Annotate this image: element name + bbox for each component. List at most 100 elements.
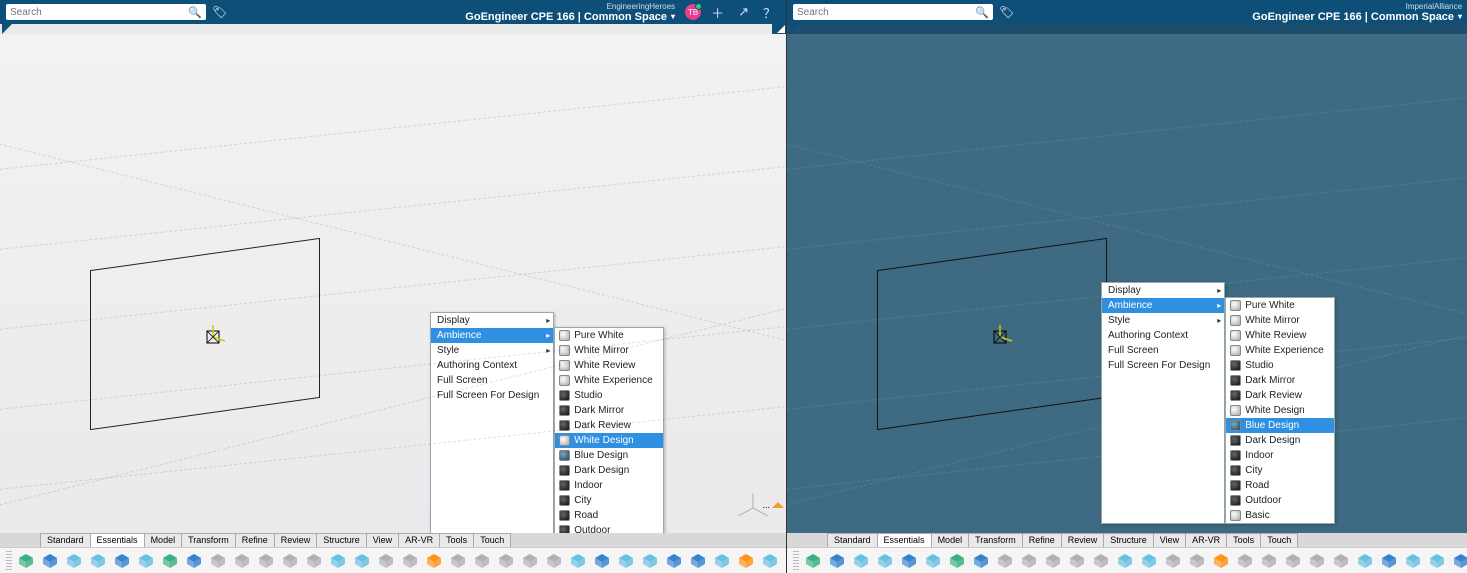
menu-item-display[interactable]: Display [431,313,553,328]
tag-icon[interactable]: 🏷 [999,5,1014,19]
ambience-city[interactable]: City [1226,463,1333,478]
tool-button-19[interactable] [448,551,468,571]
tool-button-1[interactable] [803,551,823,571]
tool-button-17[interactable] [400,551,420,571]
origin-triad[interactable] [200,324,226,350]
search-input[interactable] [10,7,188,18]
tool-button-12[interactable] [280,551,300,571]
tool-button-28[interactable] [1451,551,1467,571]
search-box[interactable]: 🔍 [6,4,206,20]
tool-button-22[interactable] [520,551,540,571]
tool-button-31[interactable] [736,551,756,571]
tool-button-18[interactable] [1211,551,1231,571]
ambience-white-mirror[interactable]: White Mirror [1226,313,1333,328]
corner-icon[interactable] [2,24,12,34]
tool-button-20[interactable] [472,551,492,571]
tool-button-19[interactable] [1235,551,1255,571]
tool-button-27[interactable] [1427,551,1447,571]
share-icon[interactable]: ↗ [734,4,753,20]
ambience-blue-design[interactable]: Blue Design [1226,418,1333,433]
menu-item-style[interactable]: Style [1102,313,1224,328]
search-icon[interactable]: 🔍 [975,6,989,19]
tool-button-21[interactable] [1283,551,1303,571]
corner-icon[interactable] [789,24,799,34]
tool-button-15[interactable] [352,551,372,571]
tool-button-5[interactable] [899,551,919,571]
tab-review[interactable]: Review [1061,533,1105,547]
tab-transform[interactable]: Transform [968,533,1023,547]
tool-button-9[interactable] [208,551,228,571]
tool-button-13[interactable] [304,551,324,571]
tool-button-1[interactable] [16,551,36,571]
tool-button-25[interactable] [1379,551,1399,571]
origin-triad[interactable] [987,324,1013,350]
avatar[interactable]: TB [685,4,701,20]
tool-button-30[interactable] [712,551,732,571]
tab-structure[interactable]: Structure [1103,533,1154,547]
ambience-road[interactable]: Road [1226,478,1333,493]
tab-structure[interactable]: Structure [316,533,367,547]
ambience-basic[interactable]: Basic [1226,508,1333,523]
tool-button-32[interactable] [760,551,780,571]
ambience-outdoor[interactable]: Outdoor [555,523,662,533]
tab-refine[interactable]: Refine [1022,533,1062,547]
tool-button-27[interactable] [640,551,660,571]
help-icon[interactable]: ？ [759,3,780,22]
tool-button-2[interactable] [40,551,60,571]
tool-button-10[interactable] [1019,551,1039,571]
tab-model[interactable]: Model [931,533,970,547]
tool-button-7[interactable] [947,551,967,571]
tab-view[interactable]: View [1153,533,1186,547]
ambience-white-design[interactable]: White Design [1226,403,1333,418]
tool-button-14[interactable] [1115,551,1135,571]
tool-button-17[interactable] [1187,551,1207,571]
tool-button-14[interactable] [328,551,348,571]
tool-button-28[interactable] [664,551,684,571]
tool-button-10[interactable] [232,551,252,571]
tab-view[interactable]: View [366,533,399,547]
tool-button-4[interactable] [88,551,108,571]
menu-item-ambience[interactable]: Ambience [431,328,553,343]
tab-standard[interactable]: Standard [827,533,878,547]
expand-icon[interactable] [772,24,786,34]
tool-button-3[interactable] [64,551,84,571]
menu-item-full-screen[interactable]: Full Screen [1102,343,1224,358]
ambience-indoor[interactable]: Indoor [1226,448,1333,463]
ambience-white-review[interactable]: White Review [1226,328,1333,343]
tool-button-7[interactable] [160,551,180,571]
tab-ar-vr[interactable]: AR-VR [398,533,440,547]
ambience-indoor[interactable]: Indoor [555,478,662,493]
tool-button-26[interactable] [616,551,636,571]
tab-touch[interactable]: Touch [1260,533,1298,547]
tool-button-12[interactable] [1067,551,1087,571]
tab-model[interactable]: Model [144,533,183,547]
ambience-white-experience[interactable]: White Experience [555,373,662,388]
context-title[interactable]: EngineeringHeroes GoEngineer CPE 166 | C… [465,2,675,22]
tool-button-15[interactable] [1139,551,1159,571]
tool-button-3[interactable] [851,551,871,571]
tool-button-8[interactable] [184,551,204,571]
warning-icon[interactable] [772,496,784,508]
tab-refine[interactable]: Refine [235,533,275,547]
tool-button-29[interactable] [688,551,708,571]
tool-button-24[interactable] [568,551,588,571]
ambience-white-experience[interactable]: White Experience [1226,343,1333,358]
tool-button-6[interactable] [136,551,156,571]
ambience-city[interactable]: City [555,493,662,508]
tool-button-23[interactable] [544,551,564,571]
tab-essentials[interactable]: Essentials [877,533,932,547]
tab-tools[interactable]: Tools [1226,533,1261,547]
search-input[interactable] [797,7,975,18]
search-icon[interactable]: 🔍 [188,6,202,19]
ambience-white-design[interactable]: White Design [555,433,662,448]
menu-item-ambience[interactable]: Ambience [1102,298,1224,313]
tool-button-9[interactable] [995,551,1015,571]
tool-button-25[interactable] [592,551,612,571]
ambience-white-review[interactable]: White Review [555,358,662,373]
tool-button-11[interactable] [1043,551,1063,571]
ambience-outdoor[interactable]: Outdoor [1226,493,1333,508]
tool-button-6[interactable] [923,551,943,571]
ambience-pure-white[interactable]: Pure White [1226,298,1333,313]
tool-button-2[interactable] [827,551,847,571]
ambience-dark-design[interactable]: Dark Design [555,463,662,478]
